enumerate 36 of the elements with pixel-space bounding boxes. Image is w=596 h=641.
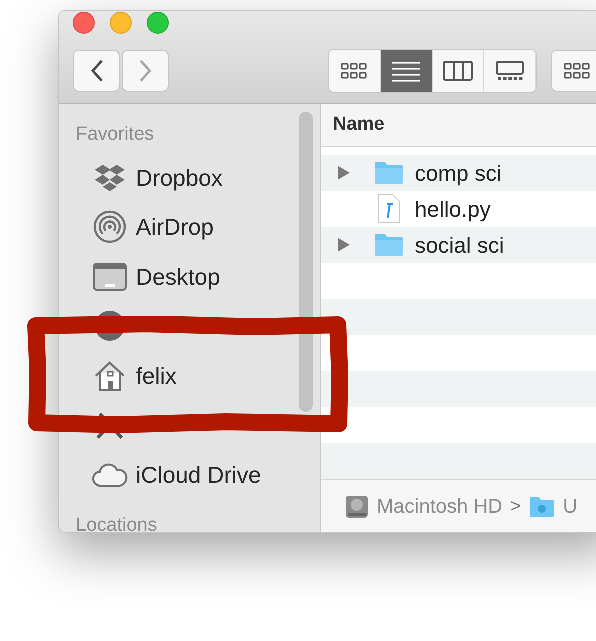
grid-icon [563, 61, 592, 81]
forward-icon [138, 59, 152, 83]
disclosure-triangle-icon[interactable] [337, 165, 351, 181]
sidebar-item[interactable]: Dropbox [76, 153, 320, 202]
file-row[interactable]: social sci [321, 227, 596, 263]
dropbox-icon [94, 164, 126, 192]
sidebar-item[interactable]: Desktop [76, 252, 320, 302]
disclosure-triangle-icon[interactable] [337, 237, 351, 253]
gallery-icon [494, 61, 525, 81]
section-heading: Locations [76, 514, 158, 532]
section-heading: Favorites [76, 123, 156, 147]
sidebar-item[interactable]: iCloud Drive [76, 450, 320, 500]
column-header[interactable]: Name [333, 110, 385, 140]
path-separator: > [510, 495, 522, 518]
tools-icon [95, 410, 125, 440]
list-icon [392, 60, 420, 82]
close-button[interactable] [73, 12, 95, 34]
user-folder-icon [529, 496, 556, 518]
document-icon [377, 194, 401, 224]
hard-drive-icon [345, 494, 369, 518]
sidebar-item[interactable]: AirDrop [76, 202, 320, 252]
desktop-icon [93, 262, 127, 291]
file-row[interactable]: comp sci [321, 155, 596, 191]
back-button[interactable] [73, 50, 120, 92]
group-button[interactable] [551, 50, 596, 92]
folder-icon [374, 233, 404, 257]
folder-icon [374, 161, 404, 185]
sidebar-item[interactable]: felix [76, 351, 320, 400]
airdrop-icon [93, 210, 127, 244]
home-icon [94, 360, 126, 392]
view-mode-button[interactable] [380, 50, 433, 92]
columns-icon [442, 61, 473, 81]
cloud-icon [92, 462, 128, 488]
grid-icon [340, 61, 368, 81]
back-icon [90, 59, 104, 83]
view-mode-button[interactable] [329, 50, 381, 92]
